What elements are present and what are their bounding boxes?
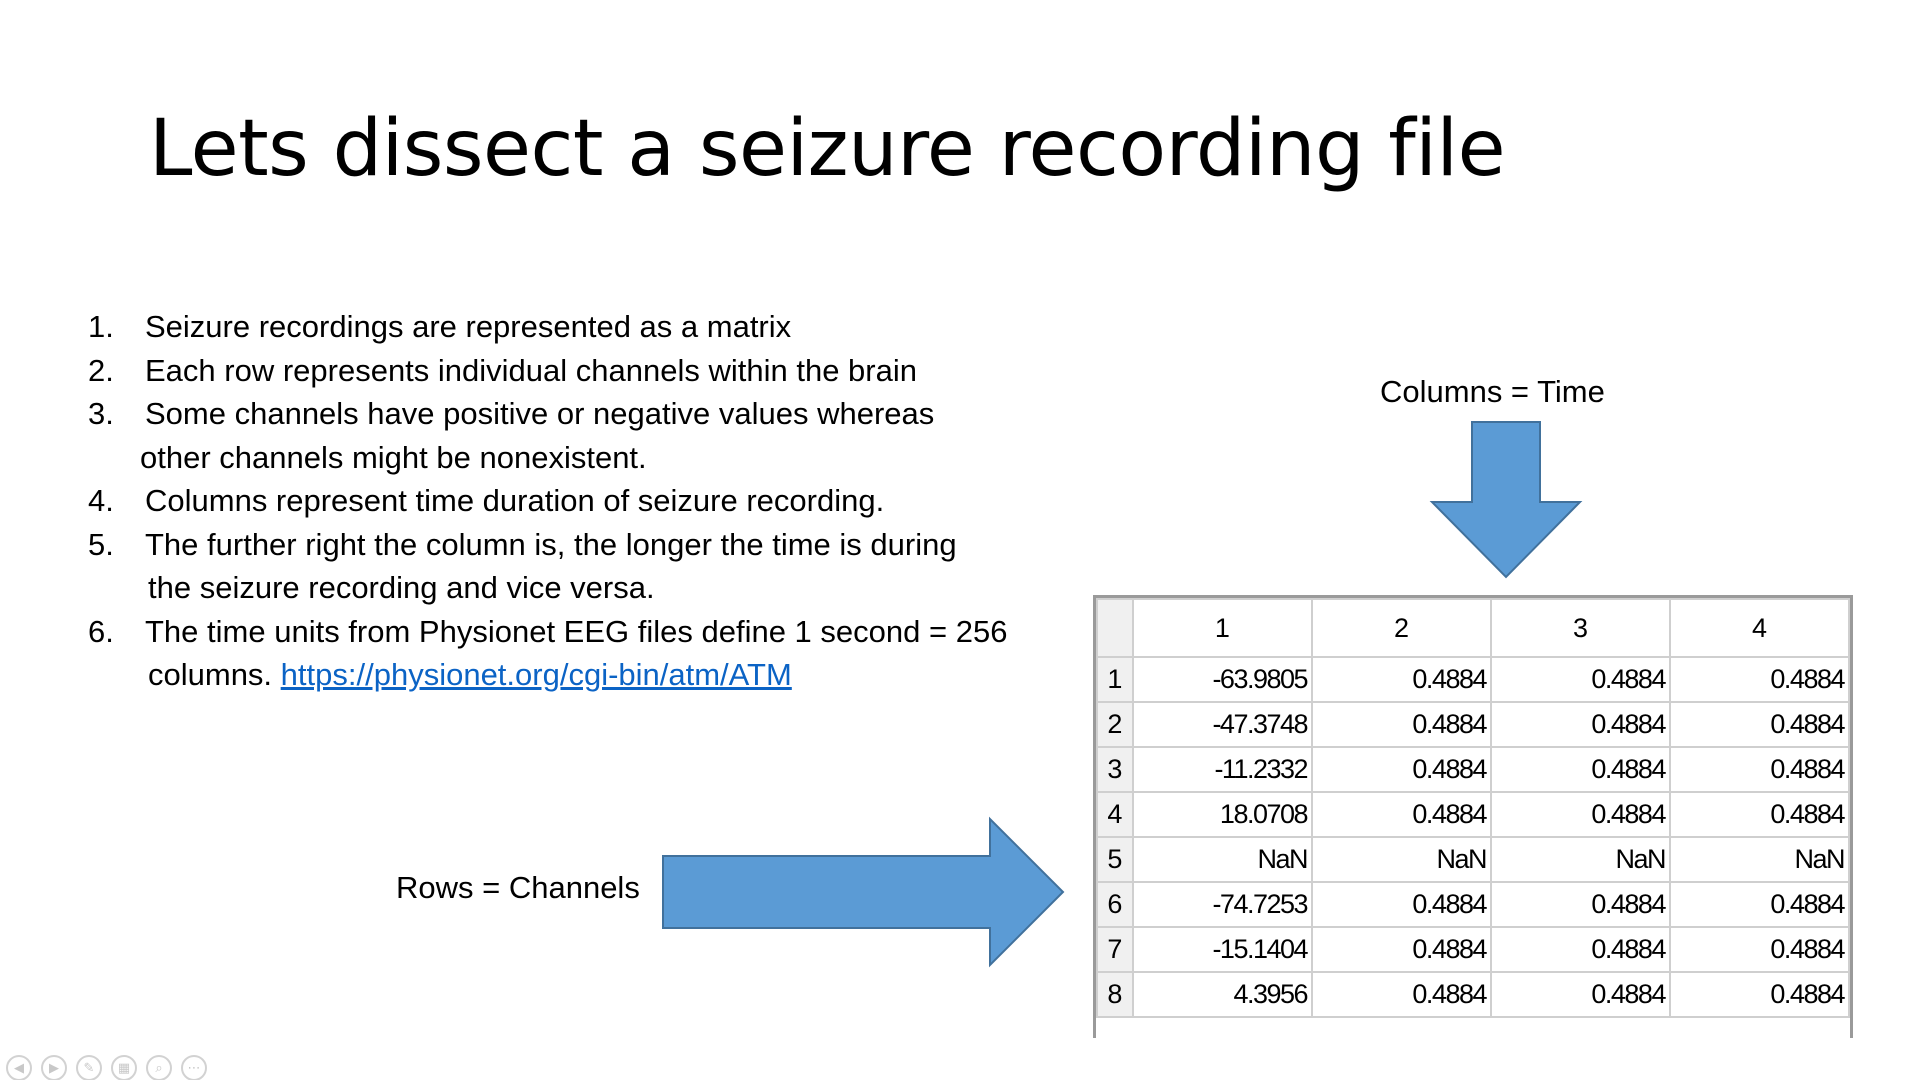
table-row: 2 -47.3748 0.4884 0.4884 0.4884	[1096, 701, 1850, 748]
physionet-link[interactable]: https://physionet.org/cgi-bin/atm/ATM	[281, 657, 792, 692]
bullet-continuation: other channels might be nonexistent.	[140, 439, 647, 475]
table-cell[interactable]: 0.4884	[1311, 971, 1492, 1018]
slides-grid-icon[interactable]: ▦	[111, 1055, 137, 1080]
bullet-number: 3.	[88, 396, 114, 431]
table-cell[interactable]: 0.4884	[1311, 881, 1492, 928]
table-cell[interactable]: 0.4884	[1311, 746, 1492, 793]
table-cell[interactable]: 0.4884	[1311, 656, 1492, 703]
previous-slide-icon[interactable]: ◀	[6, 1055, 32, 1080]
down-arrow-shape	[1429, 421, 1583, 579]
bullet-item: 1. Seizure recordings are represented as…	[88, 305, 1078, 349]
table-row: 6 -74.7253 0.4884 0.4884 0.4884	[1096, 881, 1850, 928]
bullet-number: 4.	[88, 483, 114, 518]
table-cell[interactable]: 0.4884	[1668, 701, 1850, 748]
table-cell[interactable]: -74.7253	[1131, 881, 1314, 928]
bullet-item: 6. The time units from Physionet EEG fil…	[88, 610, 1078, 697]
table-cell[interactable]: NaN	[1311, 836, 1492, 883]
table-row: 1 -63.9805 0.4884 0.4884 0.4884	[1096, 656, 1850, 703]
table-row: 8 4.3956 0.4884 0.4884 0.4884	[1096, 971, 1850, 1018]
row-header[interactable]: 4	[1096, 791, 1134, 838]
table-row: 3 -11.2332 0.4884 0.4884 0.4884	[1096, 746, 1850, 793]
table-cell[interactable]: NaN	[1131, 836, 1314, 883]
bullet-text: Each row represents individual channels …	[145, 352, 917, 388]
row-header[interactable]: 2	[1096, 701, 1134, 748]
row-header[interactable]: 7	[1096, 926, 1134, 973]
matrix-table: 1 2 3 4 1 -63.9805 0.4884 0.4884 0.4884 …	[1096, 598, 1850, 1018]
bullet-number: 6.	[88, 613, 114, 649]
bullet-continuation: columns. https://physionet.org/cgi-bin/a…	[148, 653, 1078, 697]
bullet-number: 5.	[88, 526, 114, 562]
bullet-item: 2. Each row represents individual channe…	[88, 349, 1078, 393]
header-row: 1 2 3 4	[1096, 598, 1850, 658]
bullet-item: 4. Columns represent time duration of se…	[88, 479, 1078, 523]
table-cell[interactable]: -15.1404	[1131, 926, 1314, 973]
more-options-icon[interactable]: ⋯	[181, 1055, 207, 1080]
table-cell[interactable]: -63.9805	[1131, 656, 1314, 703]
bullet-item: 3. Some channels have positive or negati…	[88, 392, 1078, 479]
column-header[interactable]: 3	[1490, 598, 1671, 658]
bullet-number: 1.	[88, 309, 114, 344]
table-row: 5 NaN NaN NaN NaN	[1096, 836, 1850, 883]
column-header[interactable]: 2	[1311, 598, 1492, 658]
table-cell[interactable]: 0.4884	[1668, 791, 1850, 838]
slide-title: Lets dissect a seizure recording file	[149, 104, 1506, 194]
table-row: 4 18.0708 0.4884 0.4884 0.4884	[1096, 791, 1850, 838]
bullet-text: Columns represent time duration of seizu…	[145, 483, 885, 518]
table-cell[interactable]: NaN	[1490, 836, 1671, 883]
table-cell[interactable]: 0.4884	[1668, 971, 1850, 1018]
bullet-text: Seizure recordings are represented as a …	[145, 309, 792, 344]
matrix-table-view: 1 2 3 4 1 -63.9805 0.4884 0.4884 0.4884 …	[1093, 595, 1853, 1038]
bullet-text: The time units from Physionet EEG files …	[145, 613, 1008, 649]
table-cell[interactable]: 0.4884	[1490, 656, 1671, 703]
table-cell[interactable]: 0.4884	[1668, 881, 1850, 928]
right-arrow-shape	[662, 816, 1065, 968]
table-cell[interactable]: 0.4884	[1490, 746, 1671, 793]
table-cell[interactable]: 0.4884	[1311, 791, 1492, 838]
table-cell[interactable]: -47.3748	[1131, 701, 1314, 748]
table-cell[interactable]: 0.4884	[1490, 926, 1671, 973]
columns-label: Columns = Time	[1380, 374, 1605, 409]
pen-icon[interactable]: ✎	[76, 1055, 102, 1080]
zoom-icon[interactable]: ⌕	[146, 1055, 172, 1080]
row-header[interactable]: 1	[1096, 656, 1134, 703]
bullet-list: 1. Seizure recordings are represented as…	[88, 305, 1078, 697]
corner-cell	[1096, 598, 1134, 658]
table-cell[interactable]: 0.4884	[1311, 926, 1492, 973]
table-cell[interactable]: NaN	[1668, 836, 1850, 883]
table-cell[interactable]: 0.4884	[1668, 926, 1850, 973]
row-header[interactable]: 8	[1096, 971, 1134, 1018]
bullet-continuation: the seizure recording and vice versa.	[148, 570, 655, 605]
table-row: 7 -15.1404 0.4884 0.4884 0.4884	[1096, 926, 1850, 973]
table-cell[interactable]: 0.4884	[1668, 656, 1850, 703]
table-cell[interactable]: 0.4884	[1490, 971, 1671, 1018]
table-cell[interactable]: 0.4884	[1490, 701, 1671, 748]
rows-label: Rows = Channels	[396, 870, 640, 905]
column-header[interactable]: 4	[1668, 598, 1850, 658]
table-cell[interactable]: 0.4884	[1311, 701, 1492, 748]
table-cell[interactable]: 18.0708	[1131, 791, 1314, 838]
bullet-text: Some channels have positive or negative …	[145, 396, 935, 431]
table-cell[interactable]: 4.3956	[1131, 971, 1314, 1018]
table-cell[interactable]: 0.4884	[1668, 746, 1850, 793]
table-cell[interactable]: 0.4884	[1490, 791, 1671, 838]
presentation-controls: ◀ ▶ ✎ ▦ ⌕ ⋯	[6, 1055, 207, 1080]
bullet-continuation-text: columns.	[148, 657, 281, 692]
row-header[interactable]: 5	[1096, 836, 1134, 883]
column-header[interactable]: 1	[1131, 598, 1314, 658]
next-slide-icon[interactable]: ▶	[41, 1055, 67, 1080]
table-cell[interactable]: 0.4884	[1490, 881, 1671, 928]
table-cell[interactable]: -11.2332	[1131, 746, 1314, 793]
row-header[interactable]: 6	[1096, 881, 1134, 928]
bullet-item: 5. The further right the column is, the …	[88, 523, 1078, 610]
bullet-text: The further right the column is, the lon…	[145, 526, 957, 562]
bullet-number: 2.	[88, 352, 114, 388]
row-header[interactable]: 3	[1096, 746, 1134, 793]
